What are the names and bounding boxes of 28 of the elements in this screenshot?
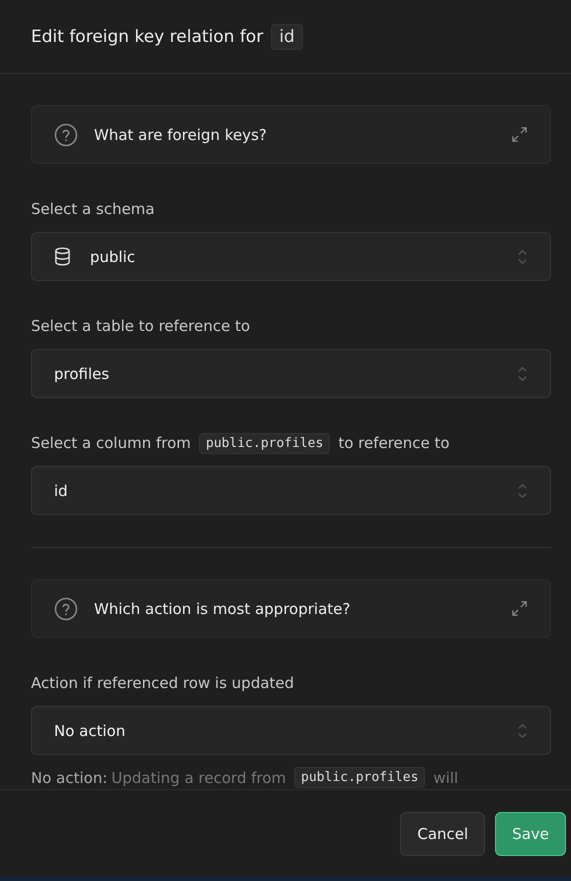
column-name-code: id: [271, 24, 303, 50]
field-label: Select a column from: [31, 434, 191, 452]
select-field[interactable]: profiles: [31, 349, 551, 398]
select-field[interactable]: public: [31, 232, 551, 281]
expand-icon: [511, 126, 528, 143]
note-text: will: [433, 768, 458, 786]
select-field[interactable]: id: [31, 466, 551, 515]
note-text: Updating a record from: [111, 768, 286, 786]
field-label: Select a table to reference to: [31, 317, 250, 335]
chevron-up-down-icon: [517, 364, 528, 382]
help-accordion[interactable]: Which action is most appropriate?: [31, 579, 551, 638]
field-label: to reference to: [338, 434, 450, 452]
chevron-up-down-icon: [517, 722, 528, 740]
cancel-button[interactable]: Cancel: [400, 812, 486, 856]
field-label: Select a schema: [31, 200, 155, 218]
note-lead: No action:: [31, 768, 108, 786]
chevron-up-down-icon: [517, 248, 528, 266]
database-icon: [54, 247, 71, 266]
help-icon: [54, 596, 78, 620]
dialog-title: Edit foreign key relation for: [31, 26, 264, 46]
select-field[interactable]: No action: [31, 706, 551, 755]
chevron-up-down-icon: [517, 482, 528, 500]
help-accordion[interactable]: What are foreign keys?: [31, 105, 551, 164]
field-label: Action if referenced row is updated: [31, 674, 294, 692]
help-icon: [54, 122, 78, 146]
table-name-code: public.profiles: [294, 767, 426, 788]
expand-icon: [511, 600, 528, 617]
table-name-code: public.profiles: [198, 432, 330, 454]
